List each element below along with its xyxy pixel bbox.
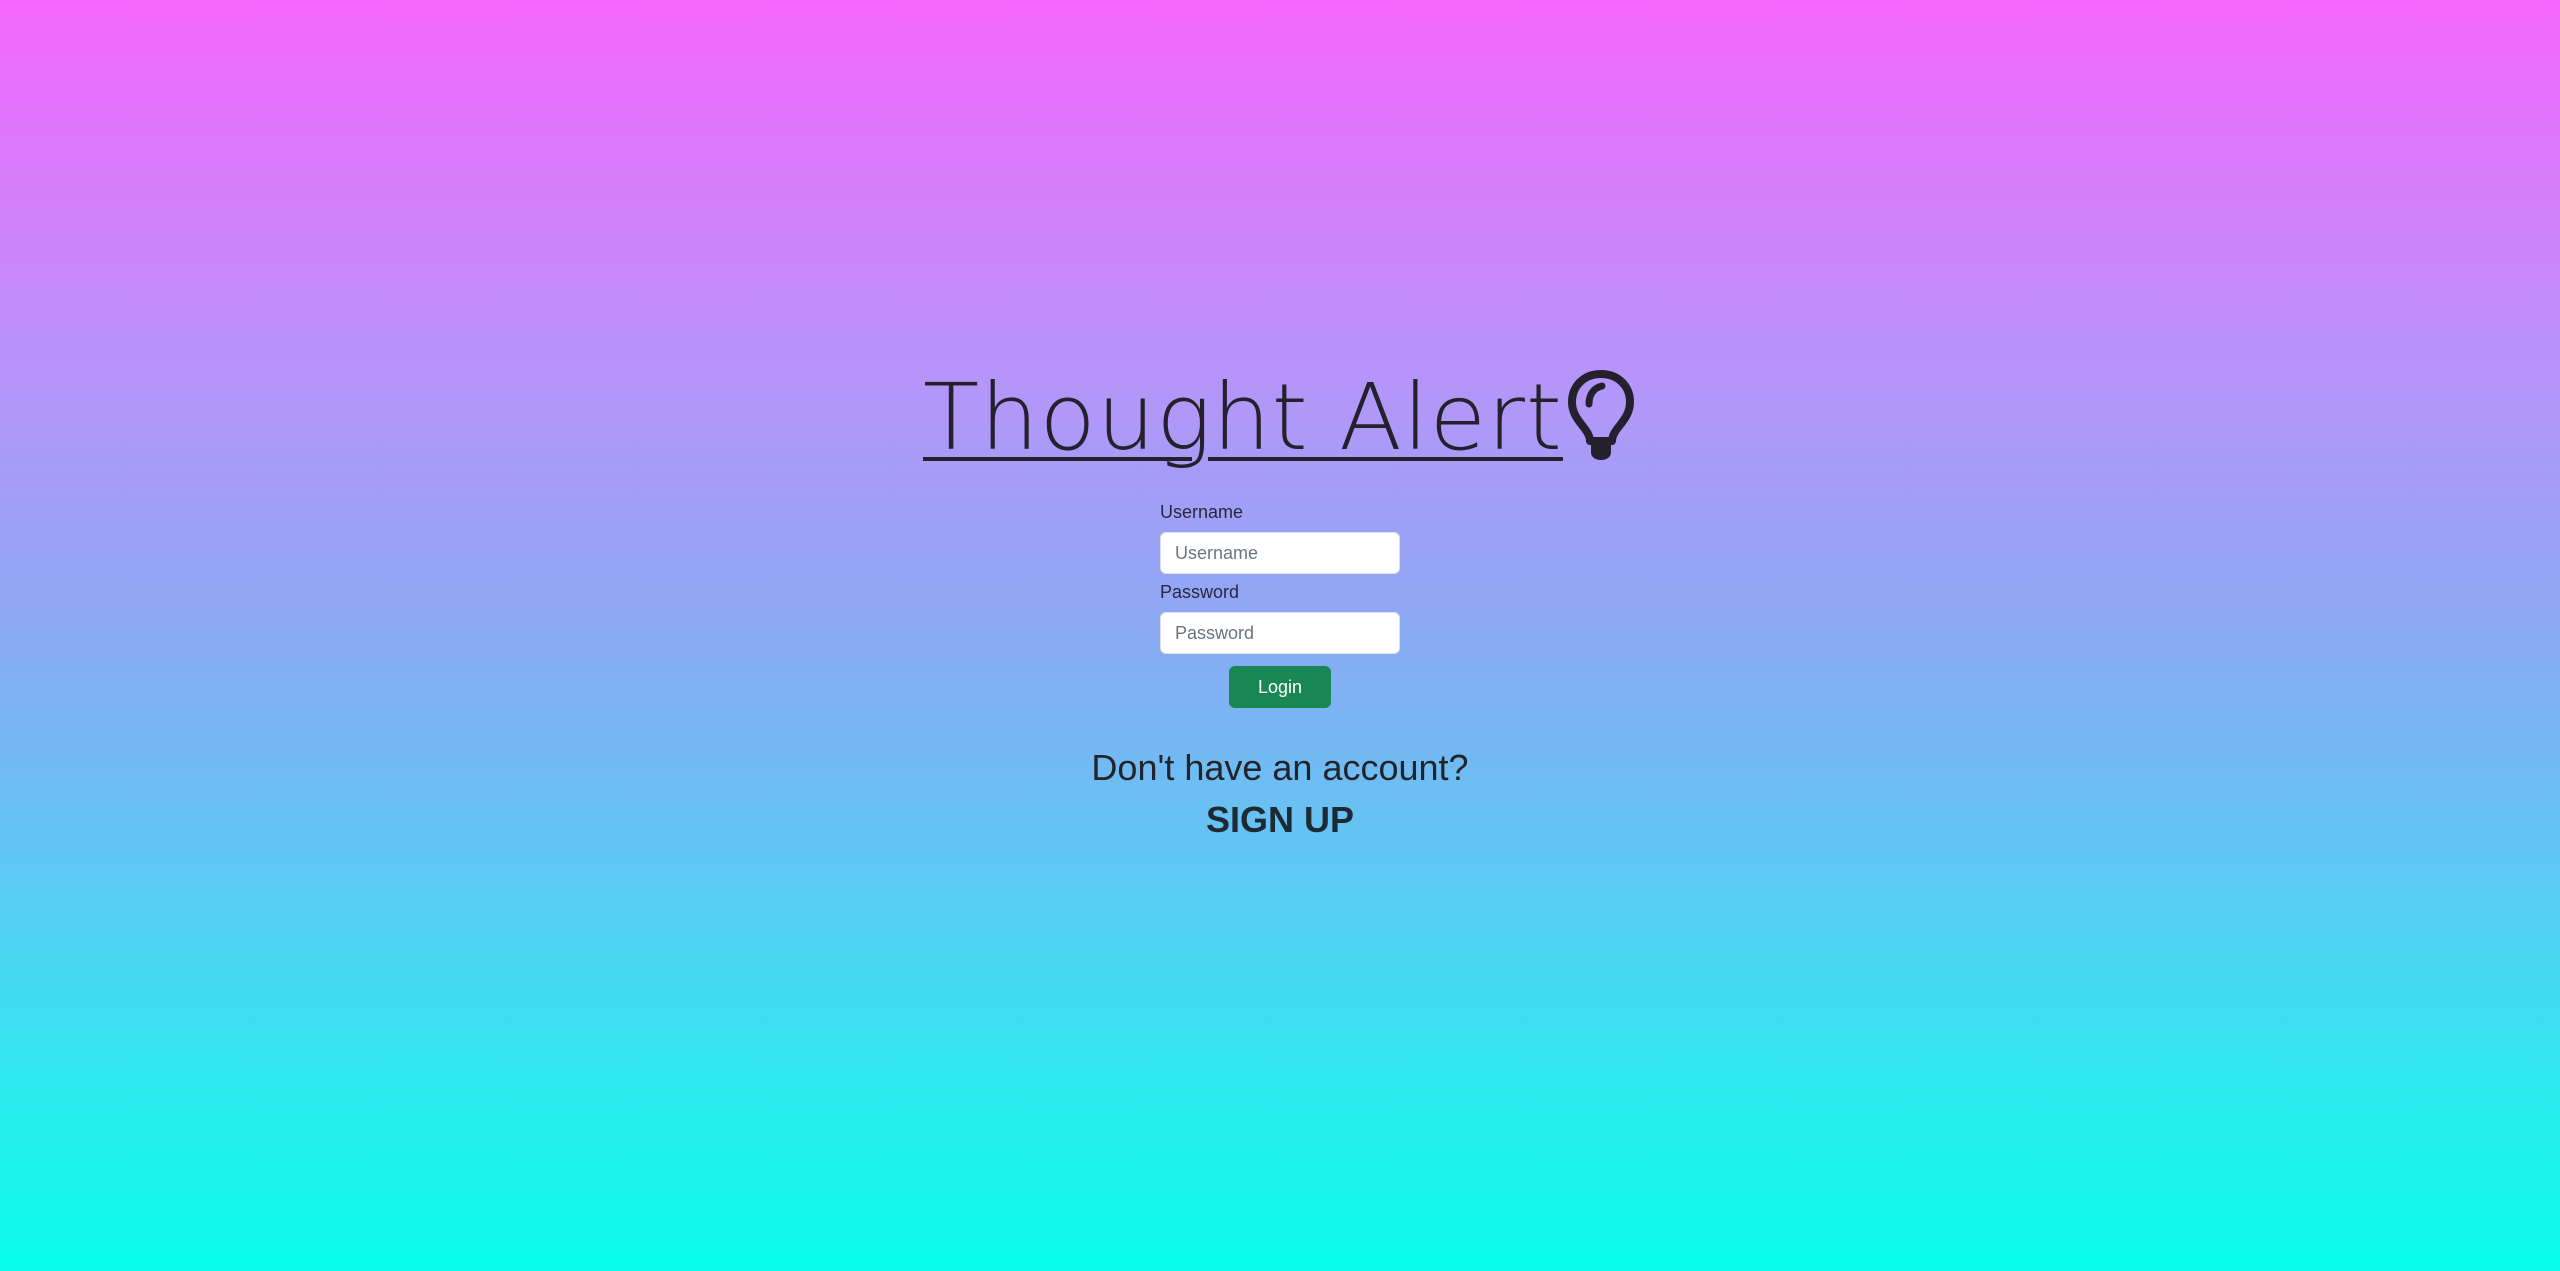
app-title[interactable]: Thought Alert — [923, 368, 1563, 468]
lightbulb-icon — [1565, 368, 1637, 464]
login-button[interactable]: Login — [1229, 666, 1331, 708]
login-form: Username Password Login — [1160, 500, 1400, 708]
username-label: Username — [1160, 502, 1244, 522]
signup-section: Don't have an account? SIGN UP — [0, 744, 2560, 844]
title-row: Thought Alert — [0, 368, 2560, 468]
username-input[interactable] — [1160, 532, 1400, 574]
password-label: Password — [1160, 582, 1240, 602]
no-account-text: Don't have an account? — [1091, 747, 1469, 788]
login-page: Thought Alert Username Password Login Do… — [0, 0, 2560, 1271]
password-input[interactable] — [1160, 612, 1400, 654]
signup-link[interactable]: SIGN UP — [1206, 796, 1354, 844]
